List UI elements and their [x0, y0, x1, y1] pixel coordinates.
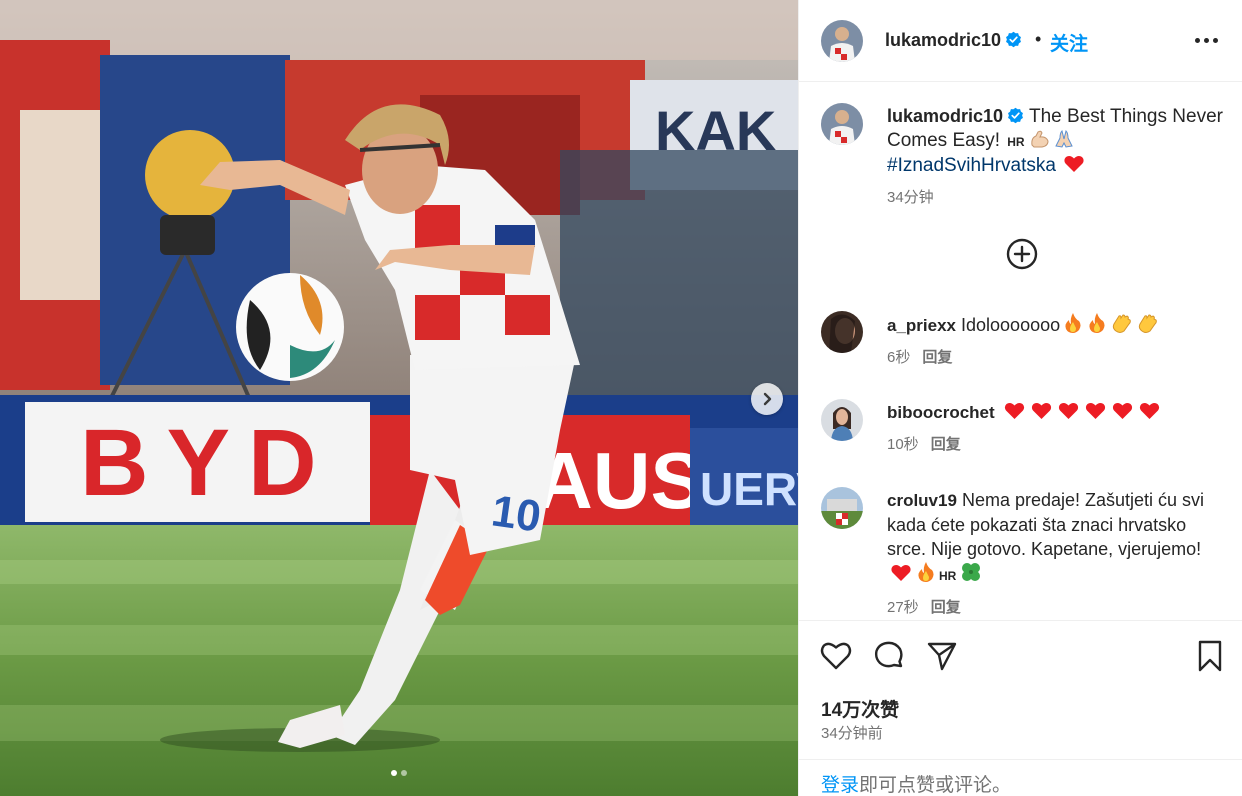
red-heart-icon	[1064, 156, 1084, 172]
red-heart-icon	[1058, 403, 1078, 419]
comment-text: Idolooooooo	[961, 315, 1061, 335]
caption-hashtag[interactable]: #IznadSvihHrvatska	[887, 155, 1056, 176]
heart-outline-icon[interactable]	[819, 639, 853, 673]
clapping-hands-icon	[1112, 314, 1131, 333]
reply-button[interactable]: 回复	[922, 349, 952, 366]
like-count[interactable]: 14万次赞	[821, 695, 899, 722]
flexed-biceps-icon	[1030, 130, 1049, 148]
header-separator: •	[1035, 29, 1042, 49]
comment-timestamp: 6秒	[887, 349, 911, 366]
carousel-dot	[401, 770, 407, 776]
shorts-number: 10	[489, 486, 544, 541]
billboard-byd: BYD	[80, 410, 335, 516]
chevron-right-icon	[763, 392, 772, 406]
post-actions: 14万次赞 34分钟前 登录即可点赞或评论。	[799, 620, 1242, 796]
hr-flag-emoji: HR	[1007, 135, 1025, 149]
follow-button[interactable]: 关注	[1050, 29, 1088, 56]
commenter-avatar[interactable]	[821, 311, 863, 353]
clapping-hands-icon	[1138, 314, 1157, 333]
fire-icon	[918, 562, 934, 582]
caption-avatar[interactable]	[821, 103, 863, 145]
post-header: lukamodric10 • 关注	[799, 0, 1242, 82]
comment-item: croluv19 Nema predaje! Zašutjeti ću svi …	[887, 488, 1227, 620]
post-timestamp: 34分钟前	[821, 725, 883, 742]
fire-icon	[1065, 313, 1081, 333]
comment-bubble-icon[interactable]	[872, 639, 906, 673]
plus-circle-icon[interactable]	[1006, 238, 1038, 270]
verified-badge-icon	[1006, 31, 1022, 48]
more-options-icon[interactable]	[1195, 38, 1218, 43]
comment-username[interactable]: croluv19	[887, 491, 957, 510]
author-username[interactable]: lukamodric10	[885, 30, 1022, 51]
hr-flag-emoji: HR	[939, 569, 957, 583]
reply-button[interactable]: 回复	[931, 599, 961, 616]
carousel-next-button[interactable]	[751, 383, 783, 415]
red-heart-icon	[1031, 403, 1051, 419]
red-heart-icon	[891, 565, 911, 581]
avatar-image	[821, 399, 863, 441]
red-heart-icon	[1085, 403, 1105, 419]
red-heart-icon	[1139, 403, 1159, 419]
four-leaf-clover-icon	[962, 563, 981, 581]
login-link[interactable]: 登录	[821, 775, 859, 796]
avatar-image	[821, 103, 863, 145]
caption-username[interactable]: lukamodric10	[887, 106, 1003, 126]
post-media[interactable]: KAK BYD AUSS UERV 10	[0, 0, 798, 796]
post-side-panel: lukamodric10 • 关注 lukamodric10 The Best …	[798, 0, 1242, 796]
commenter-avatar[interactable]	[821, 487, 863, 529]
carousel-dot-active	[391, 770, 397, 776]
avatar-image	[821, 311, 863, 353]
reply-button[interactable]: 回复	[931, 436, 961, 453]
comment-item: a_priexx Idolooooooo 6秒 回复	[887, 312, 1227, 370]
fire-icon	[1089, 313, 1105, 333]
post-caption: lukamodric10 The Best Things Never Comes…	[887, 104, 1227, 210]
comment-timestamp: 27秒	[887, 599, 919, 616]
red-heart-icon	[1004, 403, 1024, 419]
author-username-text[interactable]: lukamodric10	[885, 30, 1001, 50]
bookmark-icon[interactable]	[1193, 639, 1227, 673]
comment-item: biboocrochet 10秒 回复	[887, 400, 1227, 457]
post-photo: KAK BYD AUSS UERV 10	[0, 0, 798, 796]
author-avatar[interactable]	[821, 20, 863, 62]
caption-timestamp: 34分钟	[887, 189, 934, 206]
login-prompt-text: 即可点赞或评论。	[859, 775, 1012, 796]
commenter-avatar[interactable]	[821, 399, 863, 441]
comment-timestamp: 10秒	[887, 436, 919, 453]
comment-username[interactable]: biboocrochet	[887, 403, 995, 422]
comment-username[interactable]: a_priexx	[887, 316, 956, 335]
red-heart-icon	[1112, 403, 1132, 419]
verified-badge-icon	[1008, 107, 1024, 124]
login-prompt: 登录即可点赞或评论。	[799, 759, 1242, 796]
folded-hands-icon	[1054, 130, 1073, 148]
paper-plane-icon[interactable]	[925, 639, 959, 673]
billboard-uefa: UERV	[700, 463, 798, 515]
avatar-image	[821, 20, 863, 62]
carousel-indicator	[0, 770, 798, 776]
avatar-image	[821, 487, 863, 529]
